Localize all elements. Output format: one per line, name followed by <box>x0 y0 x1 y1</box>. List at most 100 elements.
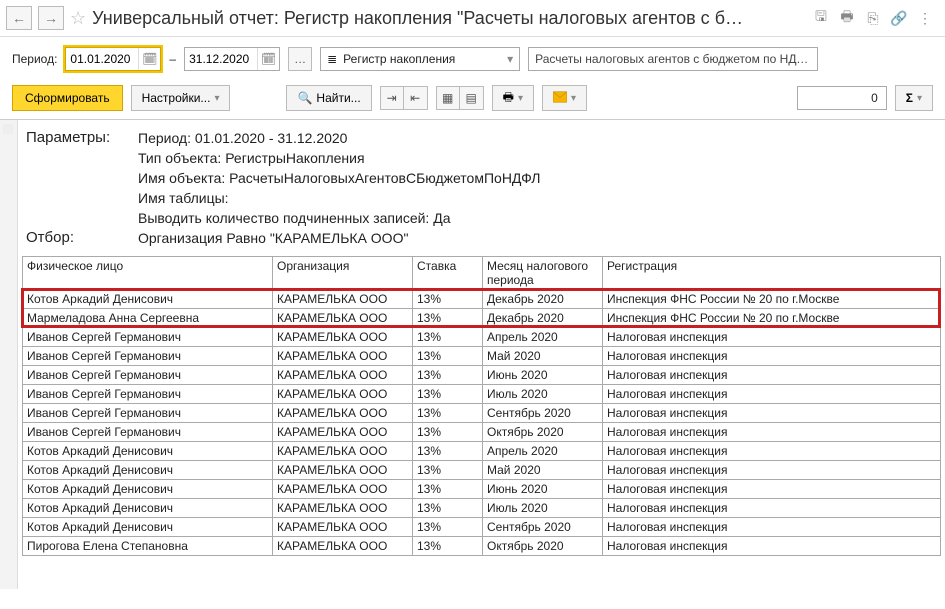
table-cell: КАРАМЕЛЬКА ООО <box>273 518 413 537</box>
table-cell: Налоговая инспекция <box>603 404 941 423</box>
table-cell: Май 2020 <box>483 347 603 366</box>
params-tbl-name: Имя таблицы: <box>138 188 229 208</box>
table-row[interactable]: Иванов Сергей ГермановичКАРАМЕЛЬКА ООО13… <box>23 385 941 404</box>
table-cell: 13% <box>413 461 483 480</box>
save-icon[interactable]: 🖫 <box>811 8 831 28</box>
register-object-select[interactable]: Расчеты налоговых агентов с бюджетом по … <box>528 47 818 71</box>
send-button[interactable]: ▾ <box>542 85 587 111</box>
period-label: Период: <box>12 52 57 66</box>
export-icon[interactable]: ⎘ <box>863 8 883 28</box>
more-icon[interactable]: ⋮ <box>915 8 935 28</box>
outline-expand-button[interactable]: ⇤ <box>404 86 428 110</box>
table-cell: КАРАМЕЛЬКА ООО <box>273 366 413 385</box>
table-row[interactable]: Пирогова Елена СтепановнаКАРАМЕЛЬКА ООО1… <box>23 537 941 556</box>
table-cell: Пирогова Елена Степановна <box>23 537 273 556</box>
sum-button[interactable]: Σ ▾ <box>895 85 933 111</box>
table-cell: Налоговая инспекция <box>603 442 941 461</box>
table-cell: Мармеладова Анна Сергеевна <box>23 309 273 328</box>
table-cell: Иванов Сергей Германович <box>23 385 273 404</box>
print-button[interactable]: 🖶 ▾ <box>492 85 534 111</box>
table-cell: Иванов Сергей Германович <box>23 347 273 366</box>
table-cell: Иванов Сергей Германович <box>23 423 273 442</box>
table-cell: КАРАМЕЛЬКА ООО <box>273 347 413 366</box>
table-cell: 13% <box>413 423 483 442</box>
settings-button[interactable]: Настройки... ▾ <box>131 85 231 111</box>
table-cell: Июнь 2020 <box>483 480 603 499</box>
table-row[interactable]: Котов Аркадий ДенисовичКАРАМЕЛЬКА ООО13%… <box>23 518 941 537</box>
table-cell: Налоговая инспекция <box>603 385 941 404</box>
link-icon[interactable]: 🔗 <box>889 8 909 28</box>
register-object-value: Расчеты налоговых агентов с бюджетом по … <box>535 52 811 66</box>
table-row[interactable]: Котов Аркадий ДенисовичКАРАМЕЛЬКА ООО13%… <box>23 499 941 518</box>
table-row[interactable]: Котов Аркадий ДенисовичКАРАМЕЛЬКА ООО13%… <box>23 461 941 480</box>
nav-forward-button[interactable]: → <box>38 6 64 30</box>
date-to-field[interactable] <box>185 48 257 70</box>
chevron-down-icon: ▾ <box>518 93 523 104</box>
expand-all-button[interactable]: ▦ <box>436 86 460 110</box>
table-cell: Котов Аркадий Денисович <box>23 499 273 518</box>
table-row[interactable]: Иванов Сергей ГермановичКАРАМЕЛЬКА ООО13… <box>23 347 941 366</box>
table-cell: Май 2020 <box>483 461 603 480</box>
period-picker-button[interactable]: … <box>288 47 312 71</box>
table-cell: Июнь 2020 <box>483 366 603 385</box>
table-header-row: Физическое лицо Организация Ставка Месяц… <box>23 257 941 290</box>
table-cell: 13% <box>413 309 483 328</box>
table-row[interactable]: Иванов Сергей ГермановичКАРАМЕЛЬКА ООО13… <box>23 328 941 347</box>
table-cell: Декабрь 2020 <box>483 290 603 309</box>
form-report-button[interactable]: Сформировать <box>12 85 123 111</box>
favorite-star-icon[interactable]: ☆ <box>70 8 86 29</box>
params-heading: Параметры: <box>26 128 126 148</box>
col-reg[interactable]: Регистрация <box>603 257 941 290</box>
table-cell: КАРАМЕЛЬКА ООО <box>273 309 413 328</box>
find-button[interactable]: 🔍 Найти... <box>286 85 371 111</box>
window-title: Универсальный отчет: Регистр накопления … <box>92 8 805 29</box>
register-type-select[interactable]: ≣ Регистр накопления ▾ <box>320 47 520 71</box>
table-row[interactable]: Котов Аркадий ДенисовичКАРАМЕЛЬКА ООО13%… <box>23 442 941 461</box>
table-cell: Налоговая инспекция <box>603 499 941 518</box>
table-row[interactable]: Котов Аркадий ДенисовичКАРАМЕЛЬКА ООО13%… <box>23 480 941 499</box>
table-cell: Налоговая инспекция <box>603 366 941 385</box>
outline-gutter[interactable] <box>0 120 18 589</box>
nav-back-button[interactable]: ← <box>6 6 32 30</box>
params-obj-name: Имя объекта: РасчетыНалоговыхАгентовСБюд… <box>138 168 540 188</box>
table-cell: Иванов Сергей Германович <box>23 366 273 385</box>
printer-icon: 🖶 <box>503 88 514 109</box>
chevron-down-icon: ▾ <box>507 52 513 66</box>
table-row[interactable]: Иванов Сергей ГермановичКАРАМЕЛЬКА ООО13… <box>23 404 941 423</box>
table-row[interactable]: Мармеладова Анна СергеевнаКАРАМЕЛЬКА ООО… <box>23 309 941 328</box>
col-person[interactable]: Физическое лицо <box>23 257 273 290</box>
table-cell: Октябрь 2020 <box>483 423 603 442</box>
table-cell: Апрель 2020 <box>483 328 603 347</box>
table-cell: Котов Аркадий Денисович <box>23 480 273 499</box>
table-cell: КАРАМЕЛЬКА ООО <box>273 290 413 309</box>
table-row[interactable]: Котов Аркадий ДенисовичКАРАМЕЛЬКА ООО13%… <box>23 290 941 309</box>
collapse-all-button[interactable]: ▤ <box>460 86 484 110</box>
chevron-down-icon: ▾ <box>571 93 576 104</box>
print-icon[interactable]: 🖶 <box>837 8 857 28</box>
table-cell: Сентябрь 2020 <box>483 404 603 423</box>
table-cell: Октябрь 2020 <box>483 537 603 556</box>
table-cell: Налоговая инспекция <box>603 461 941 480</box>
calendar-icon[interactable]: 🗓 <box>138 48 160 70</box>
register-type-value: Регистр накопления <box>343 52 455 66</box>
table-cell: Налоговая инспекция <box>603 518 941 537</box>
table-cell: Декабрь 2020 <box>483 309 603 328</box>
outline-collapse-button[interactable]: ⇥ <box>380 86 404 110</box>
table-cell: 13% <box>413 480 483 499</box>
table-cell: Июль 2020 <box>483 499 603 518</box>
sum-value-field[interactable]: 0 <box>797 86 887 110</box>
col-org[interactable]: Организация <box>273 257 413 290</box>
col-rate[interactable]: Ставка <box>413 257 483 290</box>
table-cell: Сентябрь 2020 <box>483 518 603 537</box>
col-month[interactable]: Месяц налогового периода <box>483 257 603 290</box>
table-cell: Апрель 2020 <box>483 442 603 461</box>
date-from-input[interactable]: 🗓 <box>65 47 161 71</box>
date-from-field[interactable] <box>66 48 138 70</box>
envelope-icon <box>553 91 567 106</box>
table-cell: Иванов Сергей Германович <box>23 404 273 423</box>
calendar-icon[interactable]: 🗓 <box>257 48 279 70</box>
date-to-input[interactable]: 🗓 <box>184 47 280 71</box>
table-row[interactable]: Иванов Сергей ГермановичКАРАМЕЛЬКА ООО13… <box>23 423 941 442</box>
table-row[interactable]: Иванов Сергей ГермановичКАРАМЕЛЬКА ООО13… <box>23 366 941 385</box>
report-table: Физическое лицо Организация Ставка Месяц… <box>22 256 941 556</box>
